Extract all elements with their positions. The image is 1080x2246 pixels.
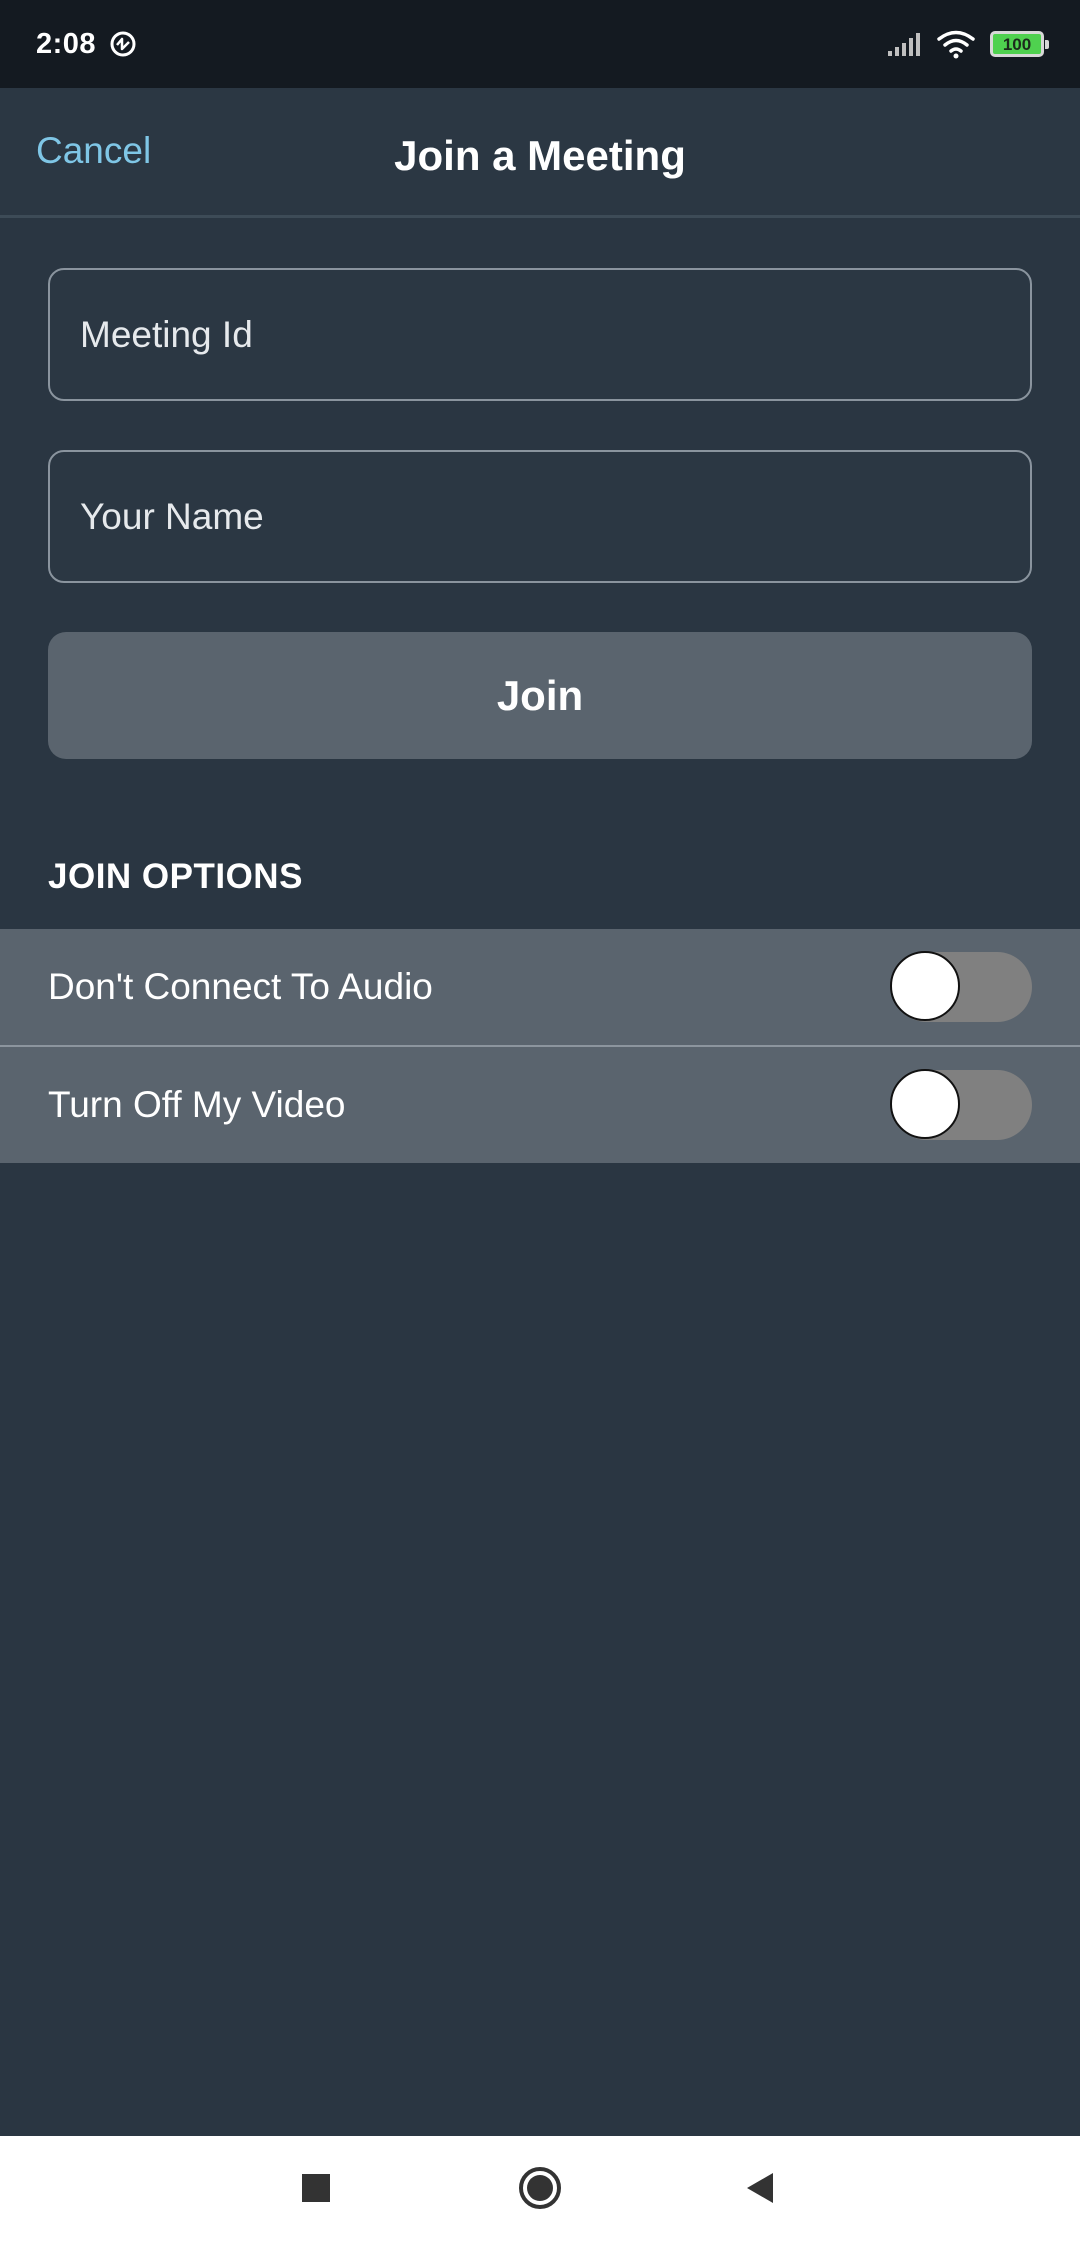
home-icon (519, 2167, 561, 2209)
page-title: Join a Meeting (394, 132, 686, 179)
video-toggle[interactable] (890, 1069, 1032, 1140)
join-meeting-screen: 2:08 100 Cancel Join a Meeting Meeting I… (0, 0, 1080, 2246)
header: Cancel Join a Meeting (0, 88, 1080, 218)
status-time: 2:08 (36, 27, 97, 60)
meeting-id-field[interactable] (48, 268, 1032, 401)
nav-bar (0, 2136, 1080, 2246)
home-button[interactable] (510, 2158, 570, 2218)
name-input[interactable] (80, 495, 1000, 538)
toggle-knob (890, 951, 960, 1021)
toggle-knob (890, 1069, 960, 1139)
status-bar: 2:08 100 (0, 0, 1080, 88)
name-field[interactable] (48, 450, 1032, 583)
status-indicators: 100 (886, 29, 1049, 59)
sync-icon (110, 31, 136, 57)
back-icon (747, 2173, 773, 2203)
recent-apps-button[interactable] (286, 2158, 346, 2218)
option-row-audio[interactable]: Don't Connect To Audio (0, 929, 1080, 1045)
audio-toggle[interactable] (890, 951, 1032, 1022)
option-label-video: Turn Off My Video (48, 1084, 346, 1125)
join-button[interactable]: Join (48, 632, 1032, 759)
join-options-heading: JOIN OPTIONS (48, 857, 303, 896)
option-label-audio: Don't Connect To Audio (48, 966, 433, 1007)
battery-level: 100 (1002, 34, 1032, 54)
back-button[interactable] (730, 2158, 790, 2218)
option-row-video[interactable]: Turn Off My Video (0, 1047, 1080, 1163)
battery-icon: 100 (990, 31, 1049, 57)
recent-apps-icon (302, 2174, 330, 2202)
signal-icon (888, 33, 920, 56)
meeting-id-input[interactable] (80, 313, 1000, 356)
wifi-icon (937, 30, 975, 59)
